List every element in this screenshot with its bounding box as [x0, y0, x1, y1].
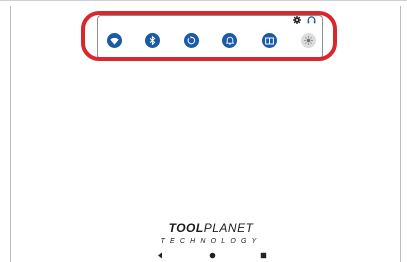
- logo-wordmark-bold: TOOL: [168, 221, 204, 235]
- wifi-icon: [110, 37, 119, 45]
- bluetooth-tile[interactable]: [145, 33, 160, 48]
- toolplanet-logo: TOOLPLANET TECHNOLOGY: [157, 222, 265, 246]
- bluetooth-icon: [149, 36, 156, 45]
- quick-settings-header-icons: [293, 16, 316, 24]
- auto-rotate-tile[interactable]: [184, 33, 199, 48]
- device-frame-left: [10, 6, 11, 262]
- logo-subtitle: TECHNOLOGY: [160, 238, 262, 245]
- book-icon: [265, 37, 274, 44]
- settings-gear-icon[interactable]: [293, 16, 301, 24]
- wifi-tile[interactable]: [107, 33, 122, 48]
- bell-icon: [225, 36, 234, 45]
- brightness-tile[interactable]: [301, 33, 316, 48]
- headset-icon[interactable]: [307, 16, 316, 24]
- recents-icon: [260, 252, 267, 259]
- home-button[interactable]: [209, 252, 216, 259]
- back-button[interactable]: [157, 252, 163, 259]
- recents-button[interactable]: [260, 252, 267, 259]
- screen-cast-tile[interactable]: [262, 33, 277, 48]
- device-frame-top: [0, 0, 407, 1]
- logo-wordmark: TOOLPLANET: [157, 222, 265, 234]
- brightness-icon: [304, 36, 313, 45]
- notifications-tile[interactable]: [222, 33, 237, 48]
- logo-wordmark-light: PLANET: [203, 221, 254, 235]
- navigation-bar: [0, 250, 407, 262]
- quick-settings-tiles: [107, 33, 317, 49]
- back-icon: [158, 252, 162, 259]
- device-frame-right: [400, 6, 401, 262]
- home-icon: [209, 252, 216, 259]
- rotate-icon: [187, 36, 196, 45]
